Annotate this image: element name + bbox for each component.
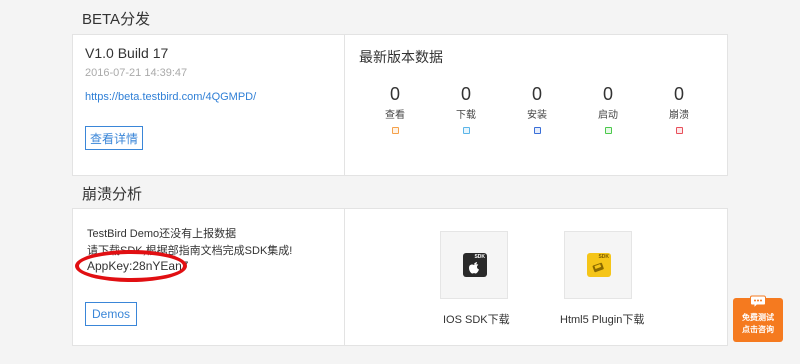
sdk-badge: SDK bbox=[598, 254, 609, 260]
chat-bubble-icon bbox=[750, 295, 766, 309]
crash-card: TestBird Demo还没有上报数据 请下载SDK,根据部指南文档完成SDK… bbox=[72, 208, 728, 346]
stat-value: 0 bbox=[389, 84, 400, 104]
latest-version-stats: 最新版本数据 0 查看 0 下载 0 安装 0 启动 0 崩溃 bbox=[345, 35, 729, 175]
stat-views: 0 查看 bbox=[365, 84, 425, 134]
demos-button[interactable]: Demos bbox=[85, 302, 137, 326]
free-test-consult-widget[interactable]: 免费测试 点击咨询 bbox=[733, 295, 783, 342]
stat-legend-dot bbox=[604, 127, 612, 134]
stats-title: 最新版本数据 bbox=[359, 49, 443, 65]
view-details-button[interactable]: 查看详情 bbox=[85, 126, 143, 150]
stat-downloads: 0 下载 bbox=[436, 84, 496, 134]
beta-section-title: BETA分发 bbox=[82, 11, 151, 28]
html5-plugin-download-label[interactable]: Html5 Plugin下载 bbox=[560, 311, 644, 327]
stat-value: 0 bbox=[673, 84, 684, 104]
stat-legend-dot bbox=[533, 127, 541, 134]
crash-section-title: 崩溃分析 bbox=[82, 186, 143, 203]
beta-download-link[interactable]: https://beta.testbird.com/4QGMPD/ bbox=[85, 91, 256, 103]
stat-value: 0 bbox=[531, 84, 542, 104]
apple-sdk-icon: SDK bbox=[463, 253, 487, 277]
highlight-ellipse bbox=[75, 250, 187, 282]
stat-value: 0 bbox=[460, 84, 471, 104]
stat-label: 查看 bbox=[385, 110, 405, 121]
widget-line-1: 免费测试 bbox=[742, 313, 774, 322]
stat-label: 崩溃 bbox=[669, 110, 689, 121]
sdk-badge: SDK bbox=[474, 254, 485, 260]
beta-card: V1.0 Build 17 2016-07-21 14:39:47 https:… bbox=[72, 34, 728, 176]
stat-legend-dot bbox=[391, 127, 399, 134]
stat-label: 下载 bbox=[456, 110, 476, 121]
stat-value: 0 bbox=[602, 84, 613, 104]
stat-crashes: 0 崩溃 bbox=[649, 84, 709, 134]
card-divider bbox=[344, 209, 345, 345]
stat-legend-dot bbox=[462, 127, 470, 134]
widget-line-2: 点击咨询 bbox=[742, 325, 774, 334]
build-version: V1.0 Build 17 bbox=[85, 45, 169, 61]
stat-label: 安装 bbox=[527, 110, 547, 121]
no-data-message: TestBird Demo还没有上报数据 bbox=[87, 228, 237, 240]
html5-sdk-icon: SDK bbox=[587, 253, 611, 277]
stat-installs: 0 安装 bbox=[507, 84, 567, 134]
stat-label: 启动 bbox=[598, 110, 618, 121]
html5-plugin-download-tile[interactable]: SDK bbox=[564, 231, 632, 299]
ios-sdk-download-label[interactable]: IOS SDK下载 bbox=[443, 311, 510, 327]
ios-sdk-download-tile[interactable]: SDK bbox=[440, 231, 508, 299]
build-date: 2016-07-21 14:39:47 bbox=[85, 67, 188, 79]
stat-launches: 0 启动 bbox=[578, 84, 638, 134]
stat-legend-dot bbox=[675, 127, 683, 134]
